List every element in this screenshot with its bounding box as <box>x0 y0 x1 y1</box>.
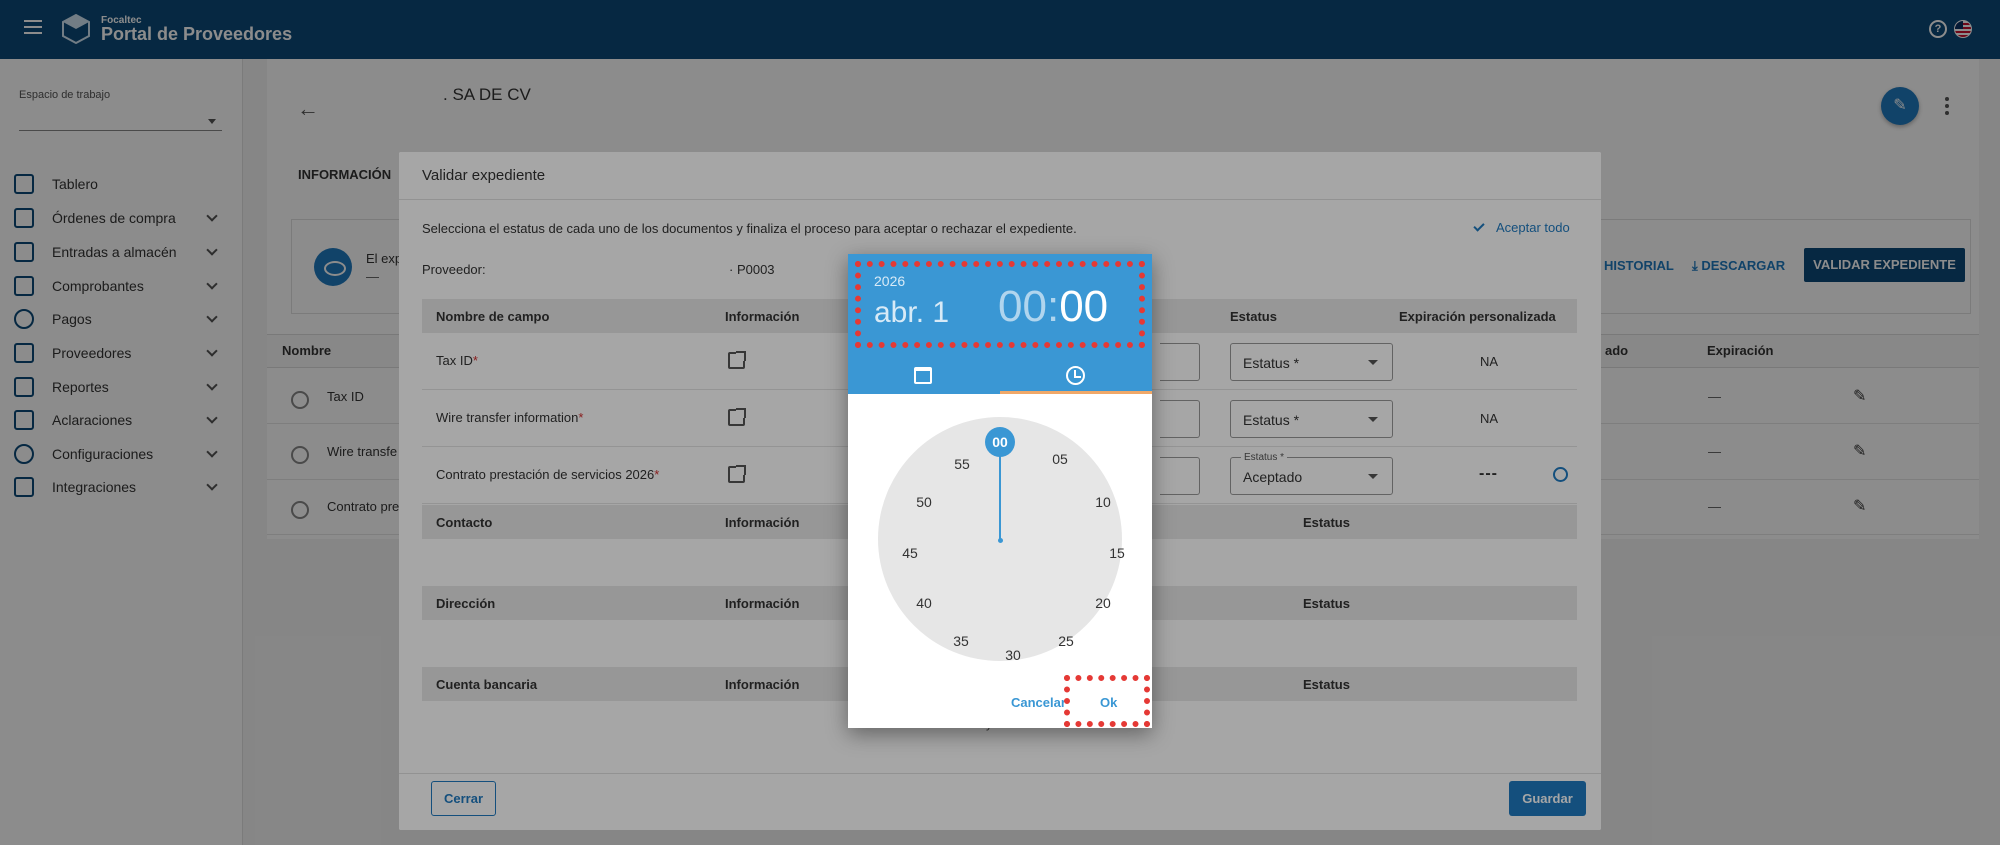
clock-number[interactable]: 50 <box>910 488 938 516</box>
clock-number-selected[interactable]: 00 <box>985 427 1015 457</box>
clock-number[interactable]: 30 <box>999 641 1027 669</box>
header-highlight-box <box>855 261 1145 348</box>
clock-number[interactable]: 55 <box>948 450 976 478</box>
clock-number[interactable]: 05 <box>1046 445 1074 473</box>
picker-cancel-button[interactable]: Cancelar <box>1011 695 1066 710</box>
clock-number[interactable]: 45 <box>896 539 924 567</box>
ok-highlight-box <box>1064 675 1150 727</box>
clock-number[interactable]: 25 <box>1052 627 1080 655</box>
clock-number[interactable]: 15 <box>1103 539 1131 567</box>
clock-icon[interactable] <box>1066 366 1085 385</box>
clock-number[interactable]: 35 <box>947 627 975 655</box>
picker-tabs <box>848 354 1152 394</box>
clock-number[interactable]: 10 <box>1089 488 1117 516</box>
calendar-icon[interactable] <box>914 367 932 384</box>
clock-number[interactable]: 20 <box>1089 589 1117 617</box>
clock-center <box>998 538 1003 543</box>
datetime-picker: 2026 abr. 1 00:00 00 05 10 15 20 25 30 3… <box>848 254 1152 728</box>
active-tab-indicator <box>1000 391 1152 394</box>
clock-hand <box>999 447 1001 540</box>
clock-number[interactable]: 40 <box>910 589 938 617</box>
